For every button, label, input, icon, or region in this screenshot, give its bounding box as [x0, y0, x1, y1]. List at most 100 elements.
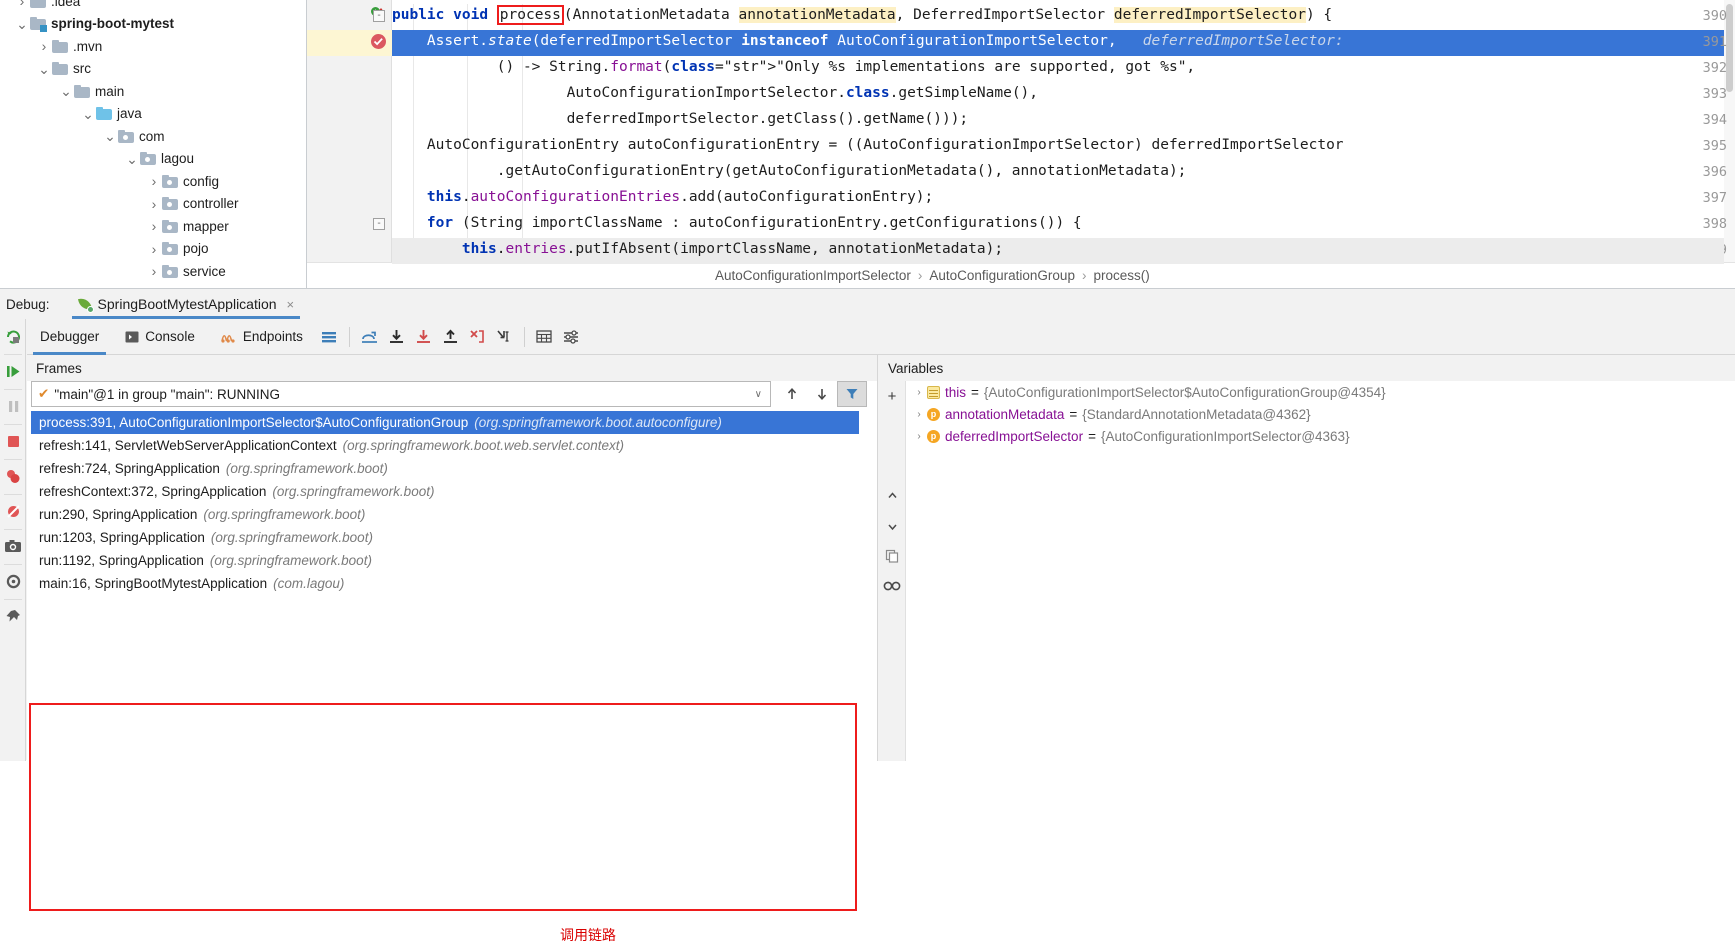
- chevron-right-icon[interactable]: ›: [146, 173, 162, 189]
- step-into-icon[interactable]: [410, 319, 437, 355]
- settings-gear-icon[interactable]: [0, 564, 26, 599]
- code-line[interactable]: Assert.state(deferredImportSelector inst…: [392, 33, 1344, 49]
- settings-icon[interactable]: [558, 319, 585, 355]
- breadcrumb-item[interactable]: process(): [1093, 268, 1149, 283]
- filter-icon[interactable]: [837, 381, 867, 407]
- force-step-over-icon[interactable]: [356, 319, 383, 355]
- tree-item-mvn[interactable]: › .mvn: [0, 35, 306, 58]
- variable-row[interactable]: › p annotationMetadata = {StandardAnnotation…: [907, 403, 1735, 425]
- pause-program-icon[interactable]: [0, 389, 26, 424]
- inspect-icon[interactable]: [878, 571, 906, 601]
- frame-row[interactable]: refresh:724, SpringApplication (org.sprin…: [31, 457, 859, 480]
- chevron-down-icon[interactable]: ⌄: [58, 84, 74, 98]
- variable-name: this: [945, 384, 967, 400]
- chevron-down-icon[interactable]: ⌄: [14, 17, 30, 31]
- tree-item-java[interactable]: ⌄ java: [0, 103, 306, 126]
- breakpoint-icon[interactable]: [371, 34, 386, 49]
- chevron-right-icon[interactable]: ›: [911, 387, 927, 398]
- debug-side-toolbar[interactable]: [0, 319, 26, 761]
- frame-row[interactable]: run:1192, SpringApplication (org.springfr…: [31, 549, 859, 572]
- variables-rows[interactable]: › this = {AutoConfigurationImportSelector$A…: [907, 381, 1735, 447]
- step-over-icon[interactable]: [383, 319, 410, 355]
- chevron-down-icon[interactable]: ∨: [755, 389, 762, 400]
- add-watch-icon[interactable]: +: [878, 381, 906, 411]
- up-arrow-icon[interactable]: [777, 381, 807, 407]
- breadcrumb-item[interactable]: AutoConfigurationGroup: [929, 268, 1075, 283]
- force-step-into-icon[interactable]: [464, 319, 491, 355]
- tab-endpoints[interactable]: Endpoints: [208, 319, 316, 355]
- screenshot-icon[interactable]: [0, 529, 26, 564]
- step-out-icon[interactable]: [437, 319, 464, 355]
- project-tree[interactable]: › .idea ⌄ spring-boot-mytest › .mvn ⌄ src ⌄ main ⌄…: [0, 0, 307, 288]
- tree-item-src[interactable]: ⌄ src: [0, 58, 306, 81]
- variables-side-toolbar[interactable]: +: [878, 381, 906, 761]
- chevron-right-icon[interactable]: ›: [911, 431, 927, 442]
- chevron-down-icon[interactable]: ⌄: [102, 129, 118, 143]
- layout-settings-icon[interactable]: [316, 319, 343, 355]
- rerun-icon[interactable]: [0, 319, 26, 354]
- tree-item-springbootmytest[interactable]: ⌄ spring-boot-mytest: [0, 13, 306, 36]
- tree-item-com[interactable]: ⌄ com: [0, 125, 306, 148]
- debugger-tab-strip[interactable]: Debugger Console Endpoints: [27, 319, 1735, 355]
- code-line[interactable]: AutoConfigurationEntry autoConfiguration…: [392, 137, 1344, 153]
- variable-row[interactable]: › p deferredImportSelector = {AutoConfigurat…: [907, 425, 1735, 447]
- tree-item-pojo[interactable]: › pojo: [0, 238, 306, 261]
- variable-row[interactable]: › this = {AutoConfigurationImportSelector$A…: [907, 381, 1735, 403]
- tree-item-main[interactable]: ⌄ main: [0, 80, 306, 103]
- code-line[interactable]: AutoConfigurationImportSelector.class.ge…: [392, 85, 1038, 101]
- tree-item-mapper[interactable]: › mapper: [0, 215, 306, 238]
- chevron-right-icon[interactable]: ›: [146, 218, 162, 234]
- run-to-cursor-icon[interactable]: [491, 319, 518, 355]
- close-icon[interactable]: ×: [287, 297, 295, 312]
- code-fold-icon[interactable]: -: [373, 218, 385, 230]
- pin-icon[interactable]: [0, 599, 26, 634]
- code-line[interactable]: () -> String.format(class="str">"Only %s…: [392, 59, 1195, 75]
- code-line[interactable]: .getAutoConfigurationEntry(getAutoConfig…: [392, 163, 1187, 179]
- chevron-right-icon[interactable]: ›: [14, 0, 30, 9]
- folder-icon: [162, 174, 178, 188]
- evaluate-expression-icon[interactable]: [531, 319, 558, 355]
- up-arrow-icon[interactable]: [878, 481, 906, 511]
- frame-row[interactable]: run:290, SpringApplication (org.springfra…: [31, 503, 859, 526]
- chevron-right-icon[interactable]: ›: [911, 409, 927, 420]
- down-arrow-icon[interactable]: [878, 511, 906, 541]
- tree-item-config[interactable]: › config: [0, 170, 306, 193]
- code-line[interactable]: public void process (AnnotationMetadata a…: [392, 5, 1332, 25]
- code-fold-icon[interactable]: -: [373, 10, 385, 22]
- breadcrumb-item[interactable]: AutoConfigurationImportSelector: [715, 268, 911, 283]
- code-editor[interactable]: AutoConfigurationImportSelector › AutoConf…: [307, 0, 1735, 288]
- chevron-right-icon[interactable]: ›: [36, 38, 52, 54]
- chevron-down-icon[interactable]: ⌄: [36, 62, 52, 76]
- down-arrow-icon[interactable]: [807, 381, 837, 407]
- frames-list[interactable]: process:391, AutoConfigurationImportSele…: [31, 411, 859, 591]
- tree-item-controller[interactable]: › controller: [0, 193, 306, 216]
- breadcrumb[interactable]: AutoConfigurationImportSelector › AutoConf…: [307, 262, 1735, 288]
- tab-console[interactable]: Console: [112, 319, 208, 355]
- chevron-down-icon[interactable]: ⌄: [80, 107, 96, 121]
- thread-selector[interactable]: ✔ "main"@1 in group "main": RUNNING ∨: [31, 381, 771, 407]
- tree-item-idea[interactable]: › .idea: [0, 0, 306, 13]
- code-line[interactable]: this.autoConfigurationEntries.add(autoCo…: [392, 189, 933, 205]
- tree-item-lagou[interactable]: ⌄ lagou: [0, 148, 306, 171]
- run-configuration-tab[interactable]: SpringBootMytestApplication ×: [71, 289, 301, 319]
- chevron-right-icon[interactable]: ›: [146, 241, 162, 257]
- frame-row[interactable]: main:16, SpringBootMytestApplication (com…: [31, 572, 859, 595]
- scrollbar-thumb[interactable]: [1726, 4, 1733, 92]
- stop-icon[interactable]: [0, 424, 26, 459]
- resume-program-icon[interactable]: [0, 354, 26, 389]
- chevron-down-icon[interactable]: ⌄: [124, 152, 140, 166]
- chevron-right-icon[interactable]: ›: [146, 263, 162, 279]
- tab-debugger[interactable]: Debugger: [27, 319, 112, 355]
- chevron-right-icon[interactable]: ›: [146, 196, 162, 212]
- code-line[interactable]: for (String importClassName : autoConfig…: [392, 215, 1082, 231]
- frame-row[interactable]: process:391, AutoConfigurationImportSele…: [31, 411, 859, 434]
- copy-value-icon[interactable]: [878, 541, 906, 571]
- frame-row[interactable]: run:1203, SpringApplication (org.springfr…: [31, 526, 859, 549]
- view-breakpoints-icon[interactable]: [0, 459, 26, 494]
- code-line[interactable]: deferredImportSelector.getClass().getNam…: [392, 111, 969, 127]
- frame-row[interactable]: refreshContext:372, SpringApplication (or…: [31, 480, 859, 503]
- tree-item-service[interactable]: › service: [0, 260, 306, 283]
- frame-row[interactable]: refresh:141, ServletWebServerApplication…: [31, 434, 859, 457]
- mute-breakpoints-icon[interactable]: [0, 494, 26, 529]
- code-line[interactable]: this.entries.putIfAbsent(importClassName…: [392, 241, 1003, 257]
